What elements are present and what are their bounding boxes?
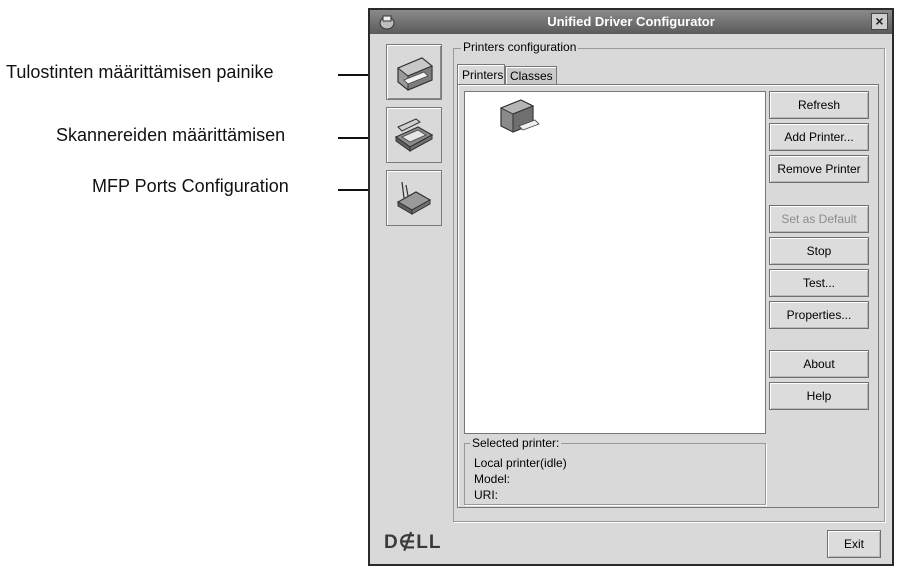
stop-button[interactable]: Stop [769,237,869,265]
dell-logo: D∉LL [384,532,442,553]
callout-printers-button: Tulostinten määrittämisen painike [6,62,274,82]
add-printer-button[interactable]: Add Printer... [769,123,869,151]
close-button[interactable]: × [871,13,888,30]
selected-printer-label: Selected printer: [470,436,562,450]
selected-printer-uri: URI: [474,488,498,502]
window-title: Unified Driver Configurator [547,14,715,29]
help-button[interactable]: Help [769,382,869,410]
selected-printer-status: Local printer(idle) [474,456,567,470]
scanners-config-button[interactable] [386,107,442,163]
test-button[interactable]: Test... [769,269,869,297]
printer-icon [397,57,433,91]
tab-classes[interactable]: Classes [505,66,557,84]
set-as-default-button[interactable]: Set as Default [769,205,869,233]
remove-printer-button[interactable]: Remove Printer [769,155,869,183]
refresh-button[interactable]: Refresh [769,91,869,119]
unified-driver-configurator-window: Unified Driver Configurator × Printers c… [368,8,894,566]
scanner-icon [394,118,434,152]
properties-button[interactable]: Properties... [769,301,869,329]
title-bar[interactable]: Unified Driver Configurator × [370,10,892,34]
callout-mfp-ports: MFP Ports Configuration [92,176,289,196]
printer-icon[interactable] [495,96,541,140]
mfp-ports-config-button[interactable] [386,170,442,226]
printer-list[interactable] [464,91,766,434]
printers-config-button[interactable] [386,44,442,100]
port-icon [396,181,432,215]
tab-printers[interactable]: Printers [457,64,505,84]
exit-button[interactable]: Exit [827,530,881,558]
selected-printer-model: Model: [474,472,511,486]
about-button[interactable]: About [769,350,869,378]
callout-scanners-button: Skannereiden määrittämisen [56,125,286,145]
group-title: Printers configuration [461,40,579,54]
